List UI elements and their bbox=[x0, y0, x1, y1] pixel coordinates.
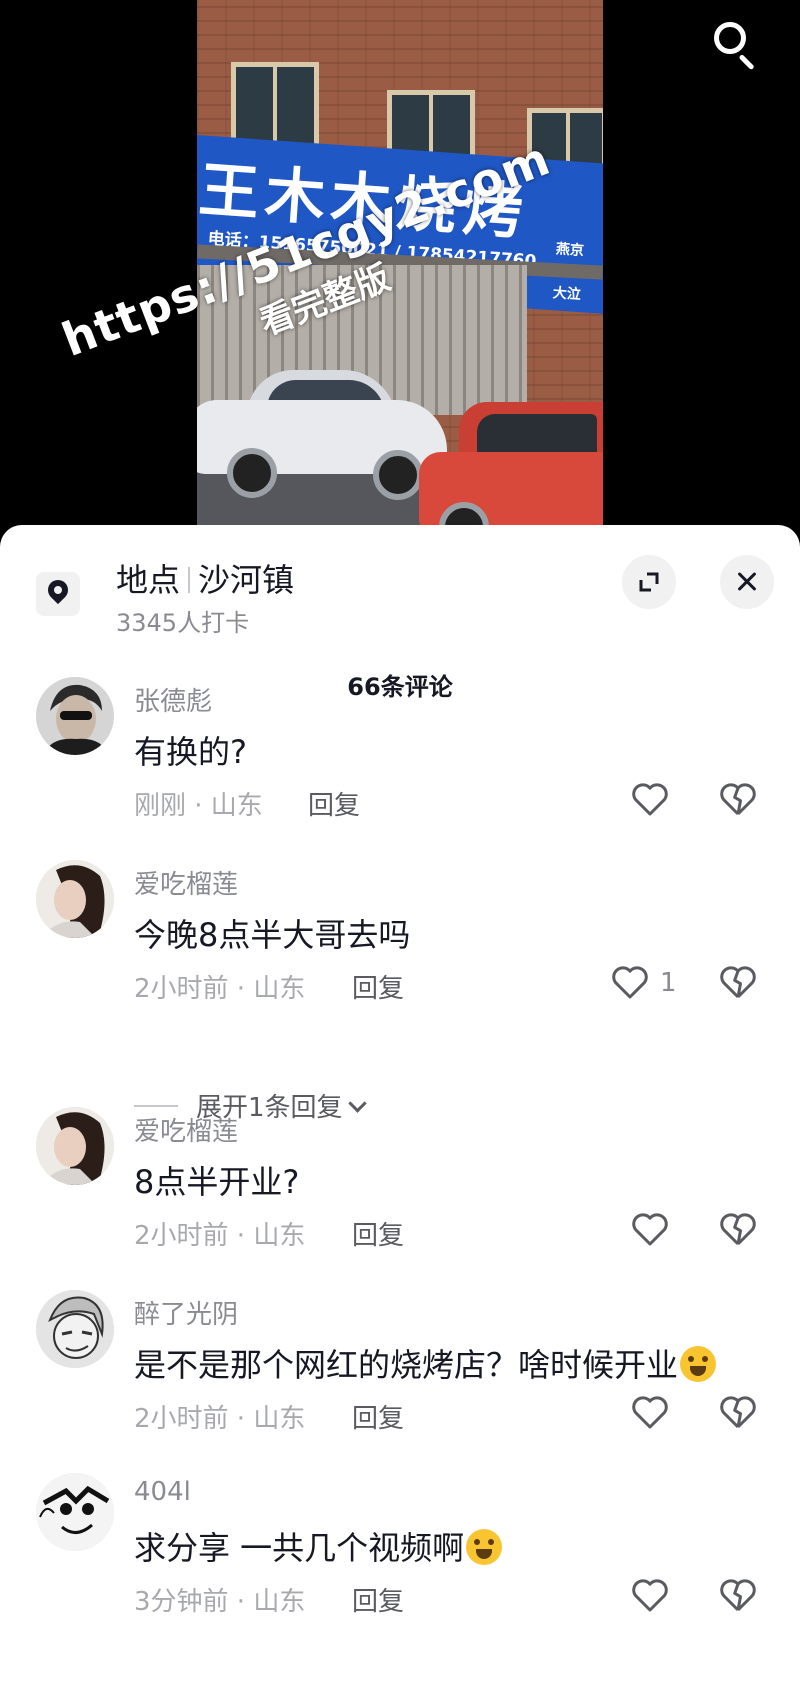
comment-time: 2小时前 · 山东 bbox=[134, 974, 306, 1004]
reply-button[interactable]: 回复 bbox=[352, 1215, 404, 1252]
heart-icon[interactable] bbox=[630, 779, 670, 819]
comment-time: 3分钟前 · 山东 bbox=[134, 1587, 306, 1617]
red-car bbox=[419, 402, 603, 540]
comment-text: 今晚8点半大哥去吗 bbox=[134, 916, 411, 954]
location-checkins: 3345人打卡 bbox=[116, 609, 250, 637]
heart-icon[interactable] bbox=[610, 962, 650, 1002]
broken-heart-icon[interactable] bbox=[718, 779, 758, 819]
reply-button[interactable]: 回复 bbox=[352, 1398, 404, 1435]
search-icon[interactable] bbox=[710, 18, 762, 71]
expand-button[interactable] bbox=[622, 555, 676, 609]
broken-heart-icon[interactable] bbox=[718, 1392, 758, 1432]
comment-text-content: 是不是那个网红的烧烤店？啥时候开业 bbox=[134, 1346, 679, 1384]
comment-username[interactable]: 爱吃榴莲 bbox=[134, 864, 238, 901]
close-button[interactable] bbox=[720, 555, 774, 609]
location-pin-icon bbox=[36, 572, 80, 616]
comment-item: 404l 求分享 一共几个视频啊 3分钟前 · 山东 回复 bbox=[0, 1473, 800, 1643]
comment-item: 爱吃榴莲 8点半开业? 2小时前 · 山东 回复 bbox=[0, 1107, 800, 1277]
broken-heart-icon[interactable] bbox=[718, 962, 758, 1002]
shop-sign-side-line: 燕京 bbox=[555, 241, 585, 260]
broken-heart-icon[interactable] bbox=[718, 1575, 758, 1615]
comment-time: 2小时前 · 山东 bbox=[134, 1404, 306, 1434]
avatar[interactable] bbox=[36, 860, 114, 938]
comment-item: 张德彪 有换的? 刚刚 · 山东 回复 bbox=[0, 677, 800, 847]
avatar[interactable] bbox=[36, 1473, 114, 1551]
location-title[interactable]: 地点 沙河镇 bbox=[116, 555, 294, 601]
comment-text: 8点半开业? bbox=[134, 1163, 300, 1201]
avatar[interactable] bbox=[36, 677, 114, 755]
heart-icon[interactable] bbox=[630, 1209, 670, 1249]
expand-icon bbox=[639, 572, 659, 592]
location-divider bbox=[188, 567, 191, 593]
avatar[interactable] bbox=[36, 1107, 114, 1185]
broken-heart-icon[interactable] bbox=[718, 1209, 758, 1249]
avatar[interactable] bbox=[36, 1290, 114, 1368]
comment-text-content: 求分享 一共几个视频啊 bbox=[134, 1529, 465, 1567]
comment-username[interactable]: 404l bbox=[134, 1477, 191, 1507]
video-player[interactable]: 王木木烧烤 电话：15165750021 / 17854217760 燕京 小度… bbox=[0, 0, 800, 540]
comment-text: 求分享 一共几个视频啊 bbox=[134, 1523, 503, 1569]
comment-sheet: 地点沙河镇 3345人打卡 66条评论 张德彪 有换的? 刚刚 · 山东 回复 bbox=[0, 525, 800, 1690]
comment-text: 是不是那个网红的烧烤店？啥时候开业 bbox=[134, 1340, 717, 1386]
comment-item: 醉了光阴 是不是那个网红的烧烤店？啥时候开业 2小时前 · 山东 回复 bbox=[0, 1290, 800, 1460]
reply-button[interactable]: 回复 bbox=[352, 1581, 404, 1618]
heart-icon[interactable] bbox=[630, 1575, 670, 1615]
reply-button[interactable]: 回复 bbox=[308, 785, 360, 822]
reply-button[interactable]: 回复 bbox=[352, 968, 404, 1005]
laughing-emoji-icon bbox=[680, 1346, 717, 1382]
comment-username[interactable]: 醉了光阴 bbox=[134, 1294, 238, 1331]
location-name: 沙河镇 bbox=[198, 561, 295, 599]
location-label: 地点 bbox=[116, 561, 181, 599]
comment-username[interactable]: 爱吃榴莲 bbox=[134, 1111, 238, 1148]
comment-time: 刚刚 · 山东 bbox=[134, 791, 263, 821]
like-count: 1 bbox=[660, 968, 677, 998]
comment-item: 爱吃榴莲 今晚8点半大哥去吗 2小时前 · 山东 回复 1 bbox=[0, 860, 800, 1030]
white-car bbox=[197, 370, 447, 500]
shocked-emoji-icon bbox=[466, 1529, 503, 1565]
comment-time: 2小时前 · 山东 bbox=[134, 1221, 306, 1251]
heart-icon[interactable] bbox=[630, 1392, 670, 1432]
comment-username[interactable]: 张德彪 bbox=[134, 681, 212, 718]
comment-text: 有换的? bbox=[134, 733, 247, 771]
shop-sign-side-line: 大泣 bbox=[552, 285, 582, 304]
